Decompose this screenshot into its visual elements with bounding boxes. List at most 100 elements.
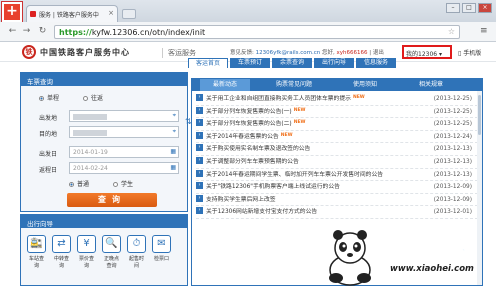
site-subtitle: 客运服务 [162,48,196,58]
bookmark-star-icon[interactable]: ☆ [448,27,455,36]
magnifier-icon: 🔍 [102,235,121,253]
forward-arrow-icon[interactable]: → [20,25,33,38]
welcome-text: 您好, [322,50,335,56]
watermark-url: www.xiaohei.com [390,264,474,274]
main-nav: 客运首页 车票预订 余票查询 出行向导 信息服务 [188,58,496,68]
news-item[interactable]: › 关于用工企业和自组团直接购买务工人员团体车票的提示 NEW (2013-12-25… [196,93,478,106]
ticket-type-group: 普通 学生 [69,179,133,188]
news-item[interactable]: › 关于购买使用实名制车票及退改签的公告 (2013-12-13) [196,143,478,156]
travel-guide-panel: 出行向导 🚉 车站查询 ⇄ 中转查询 ¥ 票价查询 🔍 正晚点查询 ⏱ 起售时间 ✉ 检票口 [20,214,188,286]
nav-home[interactable]: 客运首页 [188,58,228,68]
nav-remaining-tickets[interactable]: 余票查询 [272,58,312,68]
arrow-right-icon: › [196,144,203,152]
my-12306-dropdown[interactable]: 我的12306 ▾ [402,45,452,59]
reload-icon[interactable]: ↻ [36,25,49,38]
one-way-radio[interactable]: 单程 [39,93,59,102]
guide-station-query[interactable]: 🚉 车站查询 [27,235,46,269]
from-label: 出发地 [39,115,58,122]
from-station-input[interactable]: ⌖ [69,110,179,122]
guide-transfer-query[interactable]: ⇄ 中转查询 [52,235,71,269]
mobile-label: 手机版 [463,50,482,57]
window-close-icon[interactable]: × [478,3,492,13]
arrow-right-icon: › [196,94,203,101]
arrow-right-icon: › [196,106,203,114]
ticket-search-title: 车票查询 [21,73,187,86]
news-item[interactable]: › 关于2014年春运售票的公告 NEW (2013-12-24) [196,131,478,144]
phone-icon: ▯ [458,50,462,57]
nav-book-tickets[interactable]: 车票预订 [230,58,270,68]
depart-date-input[interactable]: 2014-01-19 ▦ [69,146,179,158]
back-arrow-icon[interactable]: ← [6,25,19,38]
watermark: 小黑游戏 www.xiaohei.com [322,222,496,286]
username-link[interactable]: xyh666166 [337,50,368,56]
feedback-label: 意见反馈: [230,50,254,56]
arrow-right-icon: › [196,131,203,139]
guide-gate[interactable]: ✉ 检票口 [152,235,171,269]
guide-grid: 🚉 车站查询 ⇄ 中转查询 ¥ 票价查询 🔍 正晚点查询 ⏱ 起售时间 ✉ 检票口 [27,235,171,269]
arrow-right-icon: › [196,169,203,177]
browser-tab-bar: + 服务 | 铁路客户服务中 × – □ × [0,0,496,22]
location-pin-icon: ⌖ [172,112,176,119]
news-item[interactable]: › 关于部分列车恢复售票的公告(一) NEW (2013-12-25) [196,106,478,119]
transfer-icon: ⇄ [52,235,71,253]
news-item[interactable]: › 关于"铁路12306"手机购票客户端上线试运行的公告 (2013-12-09) [196,181,478,194]
arrow-right-icon: › [196,207,203,215]
calendar-icon: ▦ [170,164,176,171]
tab-notice[interactable]: 使用须知 [340,79,390,91]
news-item[interactable]: › 关于调整部分列车车票预售期的公告 (2013-12-13) [196,156,478,169]
trip-type-group: 单程 往返 [39,93,103,102]
browser-menu-icon[interactable]: ≡ [480,26,490,36]
fare-icon: ¥ [77,235,96,253]
guide-fare-query[interactable]: ¥ 票价查询 [77,235,96,269]
to-station-input[interactable]: ⌖ [69,126,179,138]
site-brand: 中国铁路客户服务中心 [40,48,130,57]
arrow-right-icon: › [196,119,203,127]
new-tab-button[interactable] [122,9,136,19]
station-icon: 🚉 [27,235,46,253]
arrow-right-icon: › [196,156,203,164]
news-item[interactable]: › 关于部分列车恢复售票的公告(二) NEW (2013-12-25) [196,118,478,131]
return-date-input[interactable]: 2014-02-24 ▦ [69,162,179,174]
browser-logo-icon[interactable]: + [2,2,22,22]
mobile-version-link[interactable]: ▯ 手机版 [458,48,481,57]
guide-sale-time[interactable]: ⏱ 起售时间 [127,235,146,269]
chevron-down-icon: ▾ [439,51,443,58]
travel-guide-title: 出行向导 [21,215,187,228]
nav-travel-guide[interactable]: 出行向导 [314,58,354,68]
round-trip-radio[interactable]: 往返 [83,93,103,102]
normal-ticket-radio[interactable]: 普通 [69,179,89,188]
ticket-search-panel: 车票查询 单程 往返 出发地 ⌖ 目的地 ⌖ ⇅ 出发日 2014-01-19 ▦… [20,72,192,212]
url-path: kyfw.12306.cn/otn/index/init [91,28,206,37]
my-12306-label: 我的12306 [406,51,438,58]
arrow-right-icon: › [196,194,203,202]
address-bar-row: ← → ↻ https://kyfw.12306.cn/otn/index/in… [0,22,496,42]
news-item[interactable]: › 关于2014年春运期间学生票、临时加开列车车票公开发售时间的公告 (2013-1… [196,169,478,182]
tab-title: 服务 | 铁路客户服务中 [39,12,99,19]
scroll-thumb[interactable] [478,95,481,135]
minimize-icon[interactable]: – [446,3,460,13]
browser-tab[interactable]: 服务 | 铁路客户服务中 × [26,5,118,22]
news-item[interactable]: › 关于12306网站新增支付宝支付方式的公告 (2013-12-01) [196,206,478,219]
news-list: › 关于用工企业和自组团直接购买务工人员团体车票的提示 NEW (2013-12-25… [196,93,478,219]
tab-faq[interactable]: 购票常见问题 [264,79,324,91]
clock-icon: ⏱ [127,235,146,253]
arrow-right-icon: › [196,182,203,190]
logout-link[interactable]: 退出 [373,50,384,56]
student-ticket-radio[interactable]: 学生 [113,179,133,188]
railway-logo-icon: 铁 [22,45,36,59]
tab-latest-news[interactable]: 最新动态 [200,79,250,91]
site-favicon-icon [30,11,36,17]
search-button[interactable]: 查询 [67,193,157,207]
news-item[interactable]: › 支持购买学生票后网上改签 (2013-12-09) [196,194,478,207]
tab-close-icon[interactable]: × [108,9,114,17]
window-controls: – □ × [446,3,492,13]
to-label: 目的地 [39,131,58,138]
depart-date-label: 出发日 [39,151,58,158]
maximize-icon[interactable]: □ [462,3,476,13]
tab-regulations[interactable]: 相关规章 [406,79,456,91]
feedback-email-link[interactable]: 12306yfk@rails.com.cn [256,50,321,56]
url-field[interactable]: https://kyfw.12306.cn/otn/index/init ☆ [54,25,460,39]
news-tabs: 最新动态 购票常见问题 使用须知 相关规章 [192,79,482,91]
nav-info-service[interactable]: 信息服务 [356,58,396,68]
guide-delay-query[interactable]: 🔍 正晚点查询 [102,235,121,269]
